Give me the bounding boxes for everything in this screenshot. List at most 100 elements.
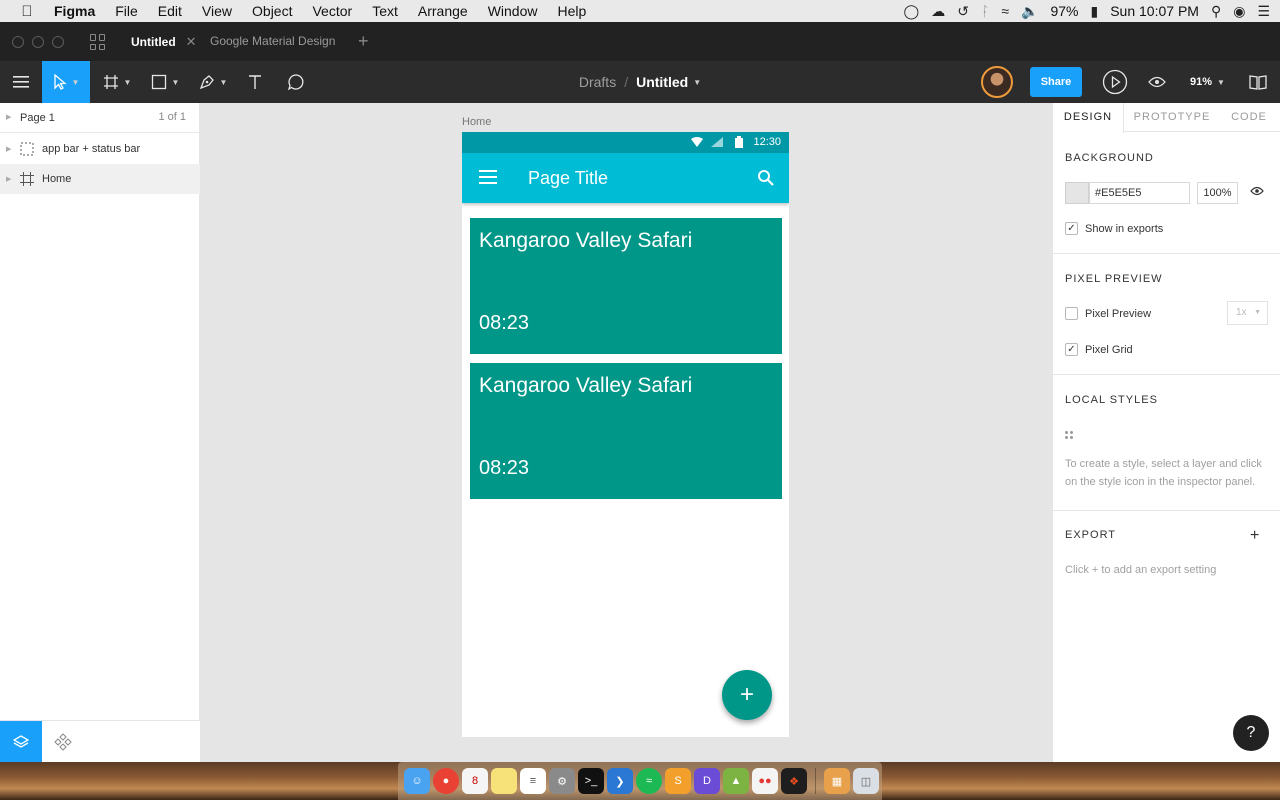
tab-design[interactable]: DESIGN (1053, 103, 1124, 133)
scale-value: 1x (1236, 307, 1247, 318)
show-in-exports-checkbox[interactable]: ✓ (1065, 222, 1078, 235)
background-swatch[interactable] (1065, 182, 1089, 204)
page-title: Page Title (528, 168, 609, 188)
close-tab-icon[interactable]: ✕ (186, 34, 197, 49)
home-frame[interactable]: 12:30 Page Title Kangaroo Valley Safari … (462, 132, 789, 737)
tab-prototype[interactable]: PROTOTYPE (1129, 103, 1215, 132)
tab-gmd-label: Google Material Design (210, 34, 336, 48)
present-button[interactable] (1100, 61, 1130, 103)
wifi-icon[interactable]: ≈ (1001, 3, 1009, 19)
pixel-preview-checkbox[interactable] (1065, 307, 1078, 320)
background-opacity-input[interactable]: 100% (1197, 182, 1238, 204)
styles-icon[interactable] (1065, 431, 1073, 439)
export-hint: Click + to add an export setting (1065, 564, 1217, 576)
battery-icon[interactable]: ▮ (1091, 3, 1099, 20)
pixel-preview-scale-select[interactable]: 1x ▼ (1227, 301, 1268, 325)
background-hex-input[interactable]: #E5E5E5 (1089, 182, 1190, 204)
zoom-menu[interactable]: 91% ▼ (1190, 61, 1225, 103)
trash-icon[interactable]: ◫ (853, 768, 879, 794)
terminal-icon[interactable]: >_ (578, 768, 604, 794)
minimize-window-button[interactable] (32, 36, 44, 48)
vscode-icon[interactable]: ❯ (607, 768, 633, 794)
layer-home[interactable]: ▶ Home (0, 164, 200, 194)
system-preferences-icon[interactable]: ⚙ (549, 768, 575, 794)
reminders-icon[interactable]: ≡ (520, 768, 546, 794)
breadcrumb: Drafts / Untitled ▼ (0, 61, 1280, 103)
chevron-down-icon: ▼ (1217, 78, 1225, 87)
menu-icon[interactable] (479, 170, 497, 184)
new-tab-icon[interactable]: + (358, 22, 369, 61)
add-export-icon[interactable]: + (1250, 527, 1259, 545)
tab-code[interactable]: CODE (1221, 103, 1277, 132)
spotify-icon[interactable]: ≈ (636, 768, 662, 794)
preview-button[interactable] (1144, 61, 1170, 103)
share-button[interactable]: Share (1030, 67, 1082, 97)
show-in-exports-label: Show in exports (1085, 223, 1164, 235)
components-tab-button[interactable] (50, 721, 76, 763)
card[interactable]: Kangaroo Valley Safari 08:23 (470, 218, 782, 354)
menu-help[interactable]: Help (557, 3, 586, 19)
file-name[interactable]: Untitled (636, 74, 688, 90)
frame-label[interactable]: Home (462, 116, 491, 128)
status-bar: 12:30 (462, 132, 789, 153)
avatar[interactable] (981, 66, 1013, 98)
flickr-icon[interactable]: ●● (752, 768, 778, 794)
menu-view[interactable]: View (202, 3, 232, 19)
calendar-icon[interactable]: 8 (462, 768, 488, 794)
menu-vector[interactable]: Vector (312, 3, 352, 19)
menu-file[interactable]: File (115, 3, 138, 19)
layer-app-bar-status-bar[interactable]: ▶ app bar + status bar (0, 134, 200, 164)
caret-right-icon[interactable]: ▶ (6, 145, 11, 153)
spotlight-search-icon[interactable]: ⚲ (1211, 3, 1221, 20)
book-icon (1249, 75, 1267, 90)
fab-add-button[interactable]: + (722, 670, 772, 720)
onepassword-icon[interactable]: ◯ (904, 3, 920, 20)
chrome-icon[interactable]: ● (433, 768, 459, 794)
notification-center-icon[interactable]: ☰ (1257, 3, 1270, 20)
page-selector[interactable]: ▶ Page 1 1 of 1 (0, 103, 200, 133)
dock: ☺ ● 8 ≡ ⚙ >_ ❯ ≈ S D ▲ ●● ❖ ▦ ◫ (398, 762, 882, 800)
caret-right-icon: ▶ (6, 114, 12, 121)
menu-text[interactable]: Text (372, 3, 398, 19)
menu-object[interactable]: Object (252, 3, 292, 19)
cloud-icon[interactable]: ☁ (931, 3, 945, 20)
volume-icon[interactable]: 🔈 (1021, 3, 1038, 20)
card[interactable]: Kangaroo Valley Safari 08:23 (470, 363, 782, 499)
time-machine-icon[interactable]: ↺ (957, 3, 969, 20)
menu-edit[interactable]: Edit (158, 3, 182, 19)
figma-icon[interactable]: ❖ (781, 768, 807, 794)
battery-percent: 97% (1050, 3, 1079, 19)
apple-icon[interactable]:  (0, 3, 54, 20)
breadcrumb-drafts[interactable]: Drafts (579, 74, 616, 90)
search-icon[interactable] (757, 169, 775, 187)
maximize-window-button[interactable] (52, 36, 64, 48)
clock[interactable]: Sun 10:07 PM (1110, 3, 1199, 19)
notes-icon[interactable] (491, 768, 517, 794)
finder-icon[interactable]: ☺ (404, 768, 430, 794)
eye-icon[interactable] (1250, 186, 1264, 196)
menu-window[interactable]: Window (488, 3, 538, 19)
export-title: EXPORT (1065, 529, 1117, 541)
menu-app-name[interactable]: Figma (54, 3, 95, 19)
close-window-button[interactable] (12, 36, 24, 48)
layers-tab-button[interactable] (0, 721, 42, 763)
divider (1053, 510, 1280, 511)
sublime-text-icon[interactable]: S (665, 768, 691, 794)
file-browser-icon[interactable] (90, 34, 106, 50)
library-button[interactable] (1244, 61, 1272, 103)
menu-arrange[interactable]: Arrange (418, 3, 468, 19)
chevron-down-icon[interactable]: ▼ (693, 78, 701, 87)
layer-label: app bar + status bar (42, 143, 141, 155)
android-studio-icon[interactable]: ▲ (723, 768, 749, 794)
battery-icon (735, 136, 743, 148)
caret-right-icon[interactable]: ▶ (6, 175, 11, 183)
tab-untitled[interactable]: Untitled ✕ (131, 22, 197, 61)
pixel-grid-checkbox[interactable]: ✓ (1065, 343, 1078, 356)
dash-icon[interactable]: D (694, 768, 720, 794)
tab-google-material-design[interactable]: Google Material Design (210, 22, 335, 61)
downloads-stack-icon[interactable]: ▦ (824, 768, 850, 794)
siri-icon[interactable]: ◉ (1233, 3, 1245, 20)
bluetooth-icon[interactable]: ᛛ (981, 3, 989, 19)
help-button[interactable]: ? (1233, 715, 1269, 751)
canvas[interactable]: Home 12:30 Page Title Kangaroo Valley Sa… (200, 103, 1052, 762)
